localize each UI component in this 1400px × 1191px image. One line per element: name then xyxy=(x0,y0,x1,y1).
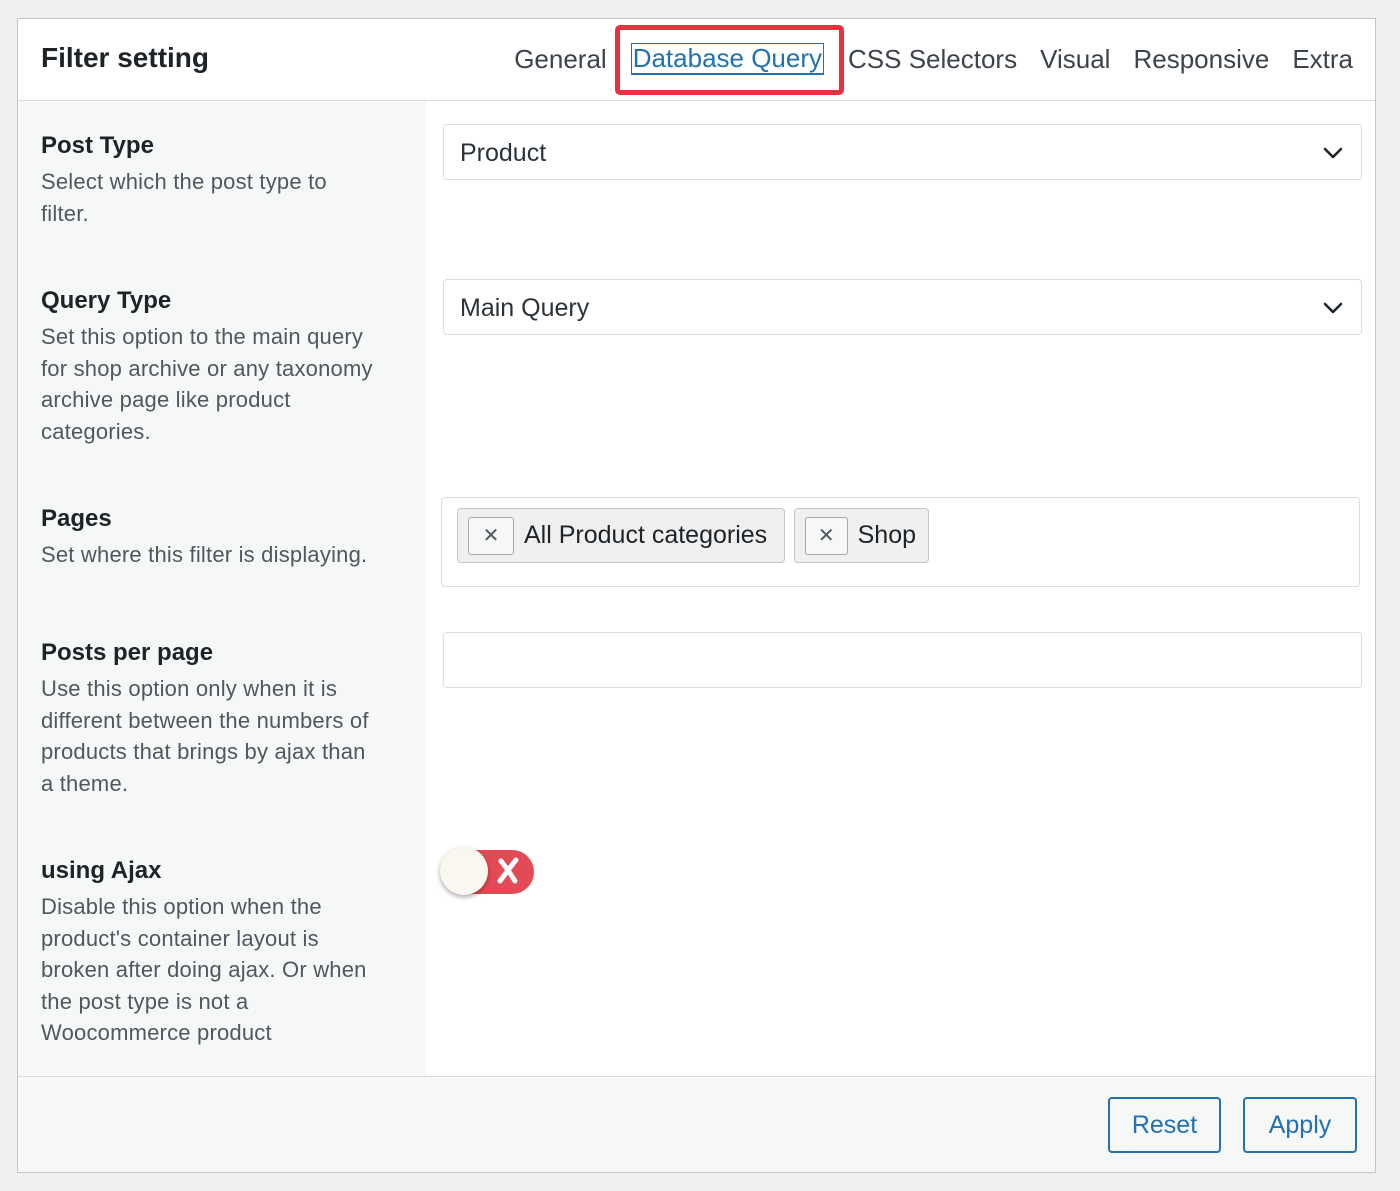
using-ajax-description-line: Woocommerce product xyxy=(41,1020,272,1045)
posts-per-page-description-line: Use this option only when it is xyxy=(41,676,338,701)
chevron-down-icon xyxy=(1323,302,1343,314)
post-type-title: Post Type xyxy=(41,132,154,159)
post-type-select-value: Product xyxy=(460,139,547,167)
posts-per-page-description-line: a theme. xyxy=(41,770,129,796)
using-ajax-description-line: the post type is not a xyxy=(41,988,249,1014)
tab-database-query-label: Database Query xyxy=(630,43,825,75)
tab-extra[interactable]: Extra xyxy=(1292,44,1353,75)
post-type-label-block: Post Type Select which the post type to … xyxy=(41,132,411,229)
tab-css-selectors[interactable]: CSS Selectors xyxy=(848,44,1017,75)
post-type-description-line: Select which the post type to xyxy=(41,169,327,194)
apply-button[interactable]: Apply xyxy=(1243,1097,1357,1153)
query-type-description-line: categories. xyxy=(41,418,151,444)
posts-per-page-description-line: products that brings by ajax than xyxy=(41,739,366,764)
query-type-title: Query Type xyxy=(41,287,172,314)
using-ajax-description-line: product's container layout is xyxy=(41,925,319,951)
query-type-description-line: Set this option to the main query xyxy=(41,324,364,349)
query-type-select[interactable]: Main Query xyxy=(443,279,1362,335)
tab-bar: General Database Query CSS Selectors Vis… xyxy=(491,25,1353,95)
using-ajax-toggle[interactable] xyxy=(440,847,535,895)
reset-button[interactable]: Reset xyxy=(1108,1097,1221,1153)
panel-header: Filter setting General Database Query CS… xyxy=(18,19,1375,101)
panel-title: Filter setting xyxy=(41,42,210,73)
page-chip: ✕ All Product categories xyxy=(457,508,785,563)
posts-per-page-description-line: different between the numbers of xyxy=(41,707,369,733)
post-type-description-line: filter. xyxy=(41,200,89,226)
query-type-description-line: for shop archive or any taxonomy xyxy=(41,355,373,381)
page-chip-label: Shop xyxy=(857,521,916,549)
posts-per-page-input[interactable] xyxy=(443,632,1362,688)
toggle-knob xyxy=(440,847,488,895)
using-ajax-description-line: Disable this option when the xyxy=(41,894,322,919)
posts-per-page-label-block: Posts per page Use this option only when… xyxy=(41,639,411,799)
close-icon[interactable]: ✕ xyxy=(805,516,848,555)
query-type-description-line: archive page like product xyxy=(41,387,291,412)
pages-multiselect[interactable]: ✕ All Product categories ✕ Shop xyxy=(441,497,1360,587)
page-chip-label: All Product categories xyxy=(524,521,768,549)
query-type-label-block: Query Type Set this option to the main q… xyxy=(41,287,411,447)
pages-description-line: Set where this filter is displaying. xyxy=(41,542,368,567)
tab-visual[interactable]: Visual xyxy=(1040,44,1110,75)
query-type-select-value: Main Query xyxy=(460,294,590,322)
tab-responsive[interactable]: Responsive xyxy=(1133,44,1269,75)
pages-label-block: Pages Set where this filter is displayin… xyxy=(41,505,411,571)
posts-per-page-title: Posts per page xyxy=(41,639,214,666)
page-chip: ✕ Shop xyxy=(794,508,929,563)
using-ajax-title: using Ajax xyxy=(41,857,162,884)
x-mark-icon xyxy=(497,857,519,884)
using-ajax-description-line: broken after doing ajax. Or when xyxy=(41,957,367,982)
panel-footer: Reset Apply xyxy=(18,1076,1375,1172)
filter-setting-panel: Filter setting General Database Query CS… xyxy=(17,18,1376,1173)
tab-database-query[interactable]: Database Query xyxy=(614,25,845,95)
close-icon[interactable]: ✕ xyxy=(468,516,514,555)
chevron-down-icon xyxy=(1323,147,1343,159)
pages-title: Pages xyxy=(41,505,112,532)
tab-general[interactable]: General xyxy=(514,44,607,75)
using-ajax-label-block: using Ajax Disable this option when the … xyxy=(41,857,411,1049)
post-type-select[interactable]: Product xyxy=(443,124,1362,180)
